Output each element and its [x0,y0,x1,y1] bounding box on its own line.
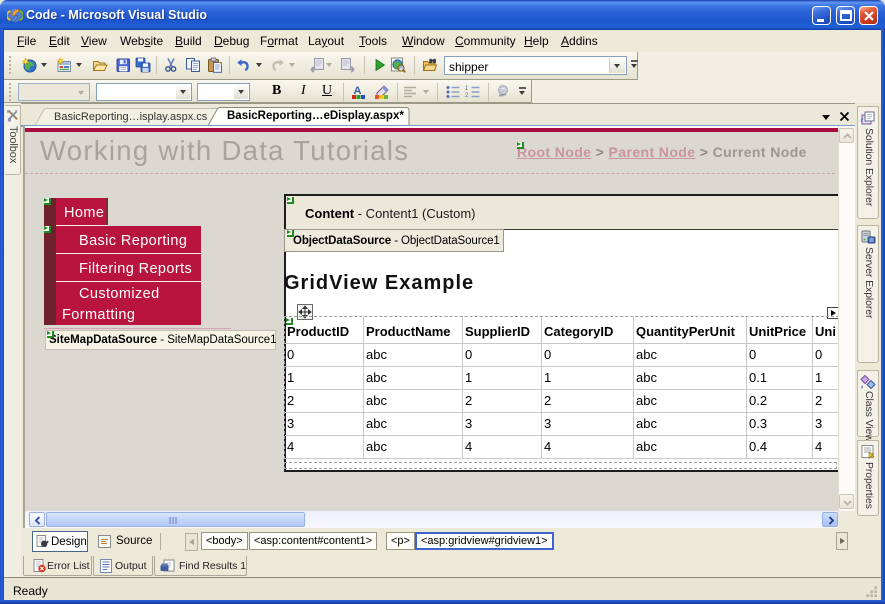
svg-text:1: 1 [465,86,469,92]
svg-text:2: 2 [465,93,469,99]
